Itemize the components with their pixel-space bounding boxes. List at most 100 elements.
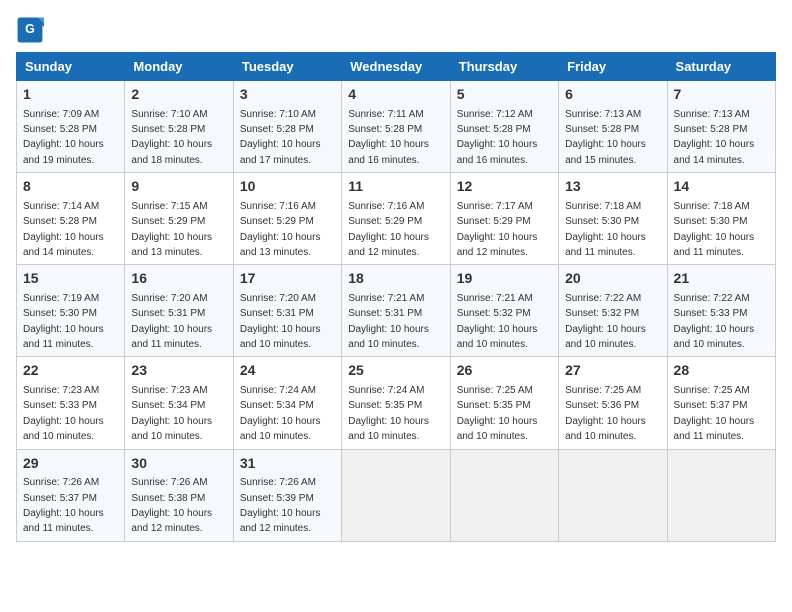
calendar-cell xyxy=(559,449,667,541)
calendar-cell: 30 Sunrise: 7:26 AMSunset: 5:38 PMDaylig… xyxy=(125,449,233,541)
day-number: 14 xyxy=(674,177,769,197)
day-info: Sunrise: 7:10 AMSunset: 5:28 PMDaylight:… xyxy=(131,109,212,166)
calendar-cell: 5 Sunrise: 7:12 AMSunset: 5:28 PMDayligh… xyxy=(450,81,558,173)
day-number: 21 xyxy=(674,269,769,289)
day-number: 24 xyxy=(240,361,335,381)
day-info: Sunrise: 7:14 AMSunset: 5:28 PMDaylight:… xyxy=(23,201,104,258)
day-number: 11 xyxy=(348,177,443,197)
calendar-cell: 2 Sunrise: 7:10 AMSunset: 5:28 PMDayligh… xyxy=(125,81,233,173)
day-number: 1 xyxy=(23,85,118,105)
calendar-cell: 24 Sunrise: 7:24 AMSunset: 5:34 PMDaylig… xyxy=(233,357,341,449)
day-info: Sunrise: 7:19 AMSunset: 5:30 PMDaylight:… xyxy=(23,293,104,350)
day-number: 27 xyxy=(565,361,660,381)
day-info: Sunrise: 7:24 AMSunset: 5:35 PMDaylight:… xyxy=(348,385,429,442)
calendar-cell: 7 Sunrise: 7:13 AMSunset: 5:28 PMDayligh… xyxy=(667,81,775,173)
calendar-cell: 9 Sunrise: 7:15 AMSunset: 5:29 PMDayligh… xyxy=(125,173,233,265)
day-info: Sunrise: 7:20 AMSunset: 5:31 PMDaylight:… xyxy=(240,293,321,350)
day-info: Sunrise: 7:26 AMSunset: 5:38 PMDaylight:… xyxy=(131,477,212,534)
day-number: 26 xyxy=(457,361,552,381)
day-number: 4 xyxy=(348,85,443,105)
calendar-week-5: 29 Sunrise: 7:26 AMSunset: 5:37 PMDaylig… xyxy=(17,449,776,541)
day-number: 16 xyxy=(131,269,226,289)
day-info: Sunrise: 7:23 AMSunset: 5:34 PMDaylight:… xyxy=(131,385,212,442)
calendar-cell: 1 Sunrise: 7:09 AMSunset: 5:28 PMDayligh… xyxy=(17,81,125,173)
calendar-cell xyxy=(450,449,558,541)
day-number: 12 xyxy=(457,177,552,197)
calendar-cell: 22 Sunrise: 7:23 AMSunset: 5:33 PMDaylig… xyxy=(17,357,125,449)
day-info: Sunrise: 7:21 AMSunset: 5:31 PMDaylight:… xyxy=(348,293,429,350)
day-info: Sunrise: 7:15 AMSunset: 5:29 PMDaylight:… xyxy=(131,201,212,258)
day-number: 10 xyxy=(240,177,335,197)
day-info: Sunrise: 7:26 AMSunset: 5:39 PMDaylight:… xyxy=(240,477,321,534)
calendar-cell: 16 Sunrise: 7:20 AMSunset: 5:31 PMDaylig… xyxy=(125,265,233,357)
day-number: 7 xyxy=(674,85,769,105)
calendar-week-2: 8 Sunrise: 7:14 AMSunset: 5:28 PMDayligh… xyxy=(17,173,776,265)
calendar-cell: 25 Sunrise: 7:24 AMSunset: 5:35 PMDaylig… xyxy=(342,357,450,449)
day-info: Sunrise: 7:16 AMSunset: 5:29 PMDaylight:… xyxy=(348,201,429,258)
day-info: Sunrise: 7:25 AMSunset: 5:36 PMDaylight:… xyxy=(565,385,646,442)
day-number: 9 xyxy=(131,177,226,197)
day-info: Sunrise: 7:25 AMSunset: 5:37 PMDaylight:… xyxy=(674,385,755,442)
calendar-cell: 10 Sunrise: 7:16 AMSunset: 5:29 PMDaylig… xyxy=(233,173,341,265)
calendar-cell: 11 Sunrise: 7:16 AMSunset: 5:29 PMDaylig… xyxy=(342,173,450,265)
day-number: 31 xyxy=(240,454,335,474)
calendar-cell: 28 Sunrise: 7:25 AMSunset: 5:37 PMDaylig… xyxy=(667,357,775,449)
calendar-cell: 8 Sunrise: 7:14 AMSunset: 5:28 PMDayligh… xyxy=(17,173,125,265)
weekday-saturday: Saturday xyxy=(667,53,775,81)
day-number: 23 xyxy=(131,361,226,381)
calendar-cell: 12 Sunrise: 7:17 AMSunset: 5:29 PMDaylig… xyxy=(450,173,558,265)
calendar-cell: 31 Sunrise: 7:26 AMSunset: 5:39 PMDaylig… xyxy=(233,449,341,541)
day-info: Sunrise: 7:22 AMSunset: 5:32 PMDaylight:… xyxy=(565,293,646,350)
calendar-cell: 29 Sunrise: 7:26 AMSunset: 5:37 PMDaylig… xyxy=(17,449,125,541)
calendar-cell: 3 Sunrise: 7:10 AMSunset: 5:28 PMDayligh… xyxy=(233,81,341,173)
day-number: 2 xyxy=(131,85,226,105)
calendar-body: 1 Sunrise: 7:09 AMSunset: 5:28 PMDayligh… xyxy=(17,81,776,542)
day-info: Sunrise: 7:11 AMSunset: 5:28 PMDaylight:… xyxy=(348,109,429,166)
day-number: 6 xyxy=(565,85,660,105)
calendar-cell: 17 Sunrise: 7:20 AMSunset: 5:31 PMDaylig… xyxy=(233,265,341,357)
day-number: 5 xyxy=(457,85,552,105)
day-info: Sunrise: 7:13 AMSunset: 5:28 PMDaylight:… xyxy=(565,109,646,166)
day-number: 29 xyxy=(23,454,118,474)
day-info: Sunrise: 7:18 AMSunset: 5:30 PMDaylight:… xyxy=(565,201,646,258)
calendar-week-3: 15 Sunrise: 7:19 AMSunset: 5:30 PMDaylig… xyxy=(17,265,776,357)
calendar-cell: 4 Sunrise: 7:11 AMSunset: 5:28 PMDayligh… xyxy=(342,81,450,173)
calendar-cell: 20 Sunrise: 7:22 AMSunset: 5:32 PMDaylig… xyxy=(559,265,667,357)
day-info: Sunrise: 7:22 AMSunset: 5:33 PMDaylight:… xyxy=(674,293,755,350)
day-number: 25 xyxy=(348,361,443,381)
calendar-week-1: 1 Sunrise: 7:09 AMSunset: 5:28 PMDayligh… xyxy=(17,81,776,173)
day-number: 18 xyxy=(348,269,443,289)
day-info: Sunrise: 7:17 AMSunset: 5:29 PMDaylight:… xyxy=(457,201,538,258)
day-info: Sunrise: 7:16 AMSunset: 5:29 PMDaylight:… xyxy=(240,201,321,258)
day-info: Sunrise: 7:09 AMSunset: 5:28 PMDaylight:… xyxy=(23,109,104,166)
logo: G xyxy=(16,16,48,44)
weekday-monday: Monday xyxy=(125,53,233,81)
day-info: Sunrise: 7:13 AMSunset: 5:28 PMDaylight:… xyxy=(674,109,755,166)
calendar-table: SundayMondayTuesdayWednesdayThursdayFrid… xyxy=(16,52,776,542)
day-info: Sunrise: 7:23 AMSunset: 5:33 PMDaylight:… xyxy=(23,385,104,442)
day-info: Sunrise: 7:12 AMSunset: 5:28 PMDaylight:… xyxy=(457,109,538,166)
weekday-wednesday: Wednesday xyxy=(342,53,450,81)
calendar-cell: 23 Sunrise: 7:23 AMSunset: 5:34 PMDaylig… xyxy=(125,357,233,449)
calendar-cell: 13 Sunrise: 7:18 AMSunset: 5:30 PMDaylig… xyxy=(559,173,667,265)
calendar-cell: 26 Sunrise: 7:25 AMSunset: 5:35 PMDaylig… xyxy=(450,357,558,449)
weekday-sunday: Sunday xyxy=(17,53,125,81)
day-number: 28 xyxy=(674,361,769,381)
day-number: 13 xyxy=(565,177,660,197)
calendar-cell: 27 Sunrise: 7:25 AMSunset: 5:36 PMDaylig… xyxy=(559,357,667,449)
calendar-cell: 18 Sunrise: 7:21 AMSunset: 5:31 PMDaylig… xyxy=(342,265,450,357)
weekday-header-row: SundayMondayTuesdayWednesdayThursdayFrid… xyxy=(17,53,776,81)
day-number: 22 xyxy=(23,361,118,381)
day-number: 17 xyxy=(240,269,335,289)
day-number: 19 xyxy=(457,269,552,289)
calendar-cell: 21 Sunrise: 7:22 AMSunset: 5:33 PMDaylig… xyxy=(667,265,775,357)
day-number: 30 xyxy=(131,454,226,474)
calendar-cell: 19 Sunrise: 7:21 AMSunset: 5:32 PMDaylig… xyxy=(450,265,558,357)
calendar-cell: 15 Sunrise: 7:19 AMSunset: 5:30 PMDaylig… xyxy=(17,265,125,357)
day-number: 3 xyxy=(240,85,335,105)
weekday-friday: Friday xyxy=(559,53,667,81)
calendar-cell: 14 Sunrise: 7:18 AMSunset: 5:30 PMDaylig… xyxy=(667,173,775,265)
day-info: Sunrise: 7:25 AMSunset: 5:35 PMDaylight:… xyxy=(457,385,538,442)
day-info: Sunrise: 7:10 AMSunset: 5:28 PMDaylight:… xyxy=(240,109,321,166)
calendar-cell xyxy=(342,449,450,541)
